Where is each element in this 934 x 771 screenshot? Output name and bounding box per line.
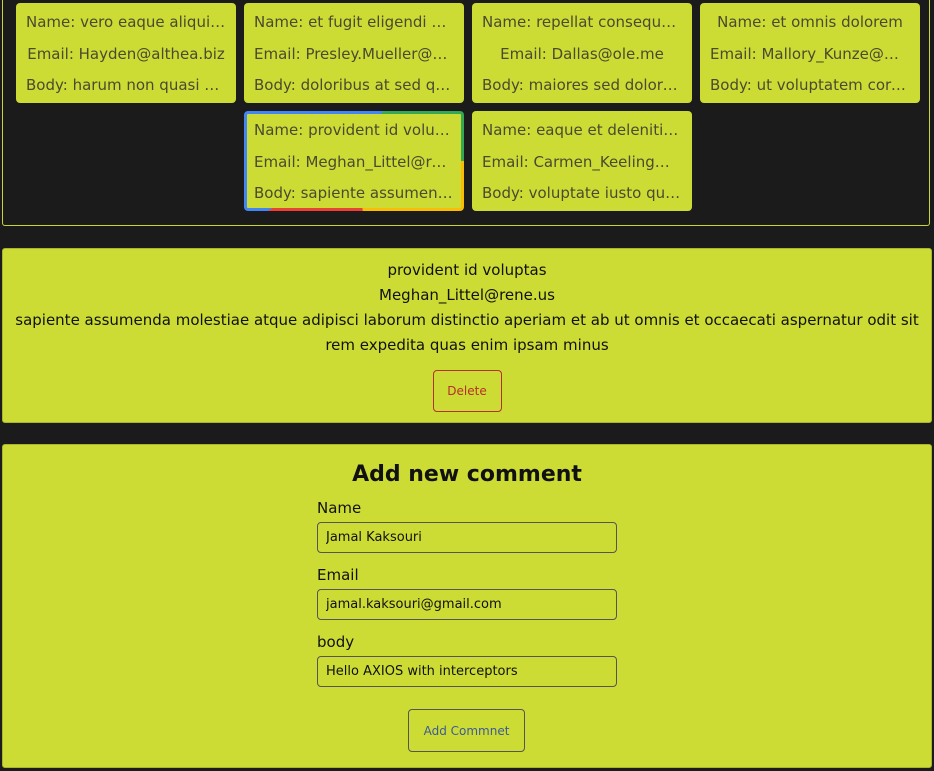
detail-name: provident id voluptas xyxy=(387,261,547,279)
body-label: body xyxy=(317,633,355,651)
comment-name: Name: provident id voluptas xyxy=(254,121,454,139)
comment-name: Name: repellat consequatur praesentium xyxy=(482,13,682,31)
delete-button[interactable]: Delete xyxy=(432,370,502,412)
comments-list: Name: vero eaque aliquid doloribus et cu… xyxy=(2,0,930,226)
add-comment-form: Add new comment Name Email body Add Comm… xyxy=(2,444,932,768)
comment-card[interactable]: Name: vero eaque aliquid doloribus et cu… xyxy=(16,3,236,103)
comment-body: Body: harum non quasi et ratione xyxy=(26,76,226,94)
form-title: Add new comment xyxy=(352,462,582,487)
comment-email: Email: Carmen_Keeling@caroline.name xyxy=(482,153,682,171)
comment-body: Body: sapiente assumenda molestiae xyxy=(254,184,454,202)
comment-body: Body: voluptate iusto quis nobis xyxy=(482,184,682,202)
detail-body: sapiente assumenda molestiae atque adipi… xyxy=(15,311,919,354)
comment-body: Body: ut voluptatem corrupti velit xyxy=(710,76,910,94)
comment-name: Name: vero eaque aliquid doloribus et cu… xyxy=(26,13,226,31)
comment-card[interactable]: Name: eaque et deleniti atque tenetur Em… xyxy=(472,111,692,211)
name-input[interactable] xyxy=(317,522,617,553)
comment-card[interactable]: Name: repellat consequatur praesentium E… xyxy=(472,3,692,103)
comment-body: Body: doloribus at sed quis culpa xyxy=(254,76,454,94)
comment-name: Name: et omnis dolorem xyxy=(717,13,903,31)
body-input[interactable] xyxy=(317,656,617,687)
comment-card[interactable]: Name: et omnis dolorem Email: Mallory_Ku… xyxy=(700,3,920,103)
comment-email: Email: Presley.Mueller@myrl.com xyxy=(254,45,454,63)
comment-email: Email: Mallory_Kunze@marie.org xyxy=(710,45,910,63)
comment-card-selected[interactable]: Name: provident id voluptas Email: Megha… xyxy=(244,111,464,211)
comment-email: Email: Meghan_Littel@rene.us xyxy=(254,153,454,171)
comment-card[interactable]: Name: et fugit eligendi deleniti quidem … xyxy=(244,3,464,103)
comment-email: Email: Hayden@althea.biz xyxy=(27,45,225,63)
email-input[interactable] xyxy=(317,589,617,620)
comment-name: Name: et fugit eligendi deleniti quidem xyxy=(254,13,454,31)
comment-body: Body: maiores sed dolores similique xyxy=(482,76,682,94)
name-label: Name xyxy=(317,499,362,517)
add-comment-button[interactable]: Add Commnet xyxy=(408,709,525,752)
email-label: Email xyxy=(317,566,359,584)
detail-email: Meghan_Littel@rene.us xyxy=(379,286,555,304)
comment-detail-panel: provident id voluptas Meghan_Littel@rene… xyxy=(2,248,932,423)
comment-name: Name: eaque et deleniti atque tenetur xyxy=(482,121,682,139)
comment-email: Email: Dallas@ole.me xyxy=(500,45,664,63)
